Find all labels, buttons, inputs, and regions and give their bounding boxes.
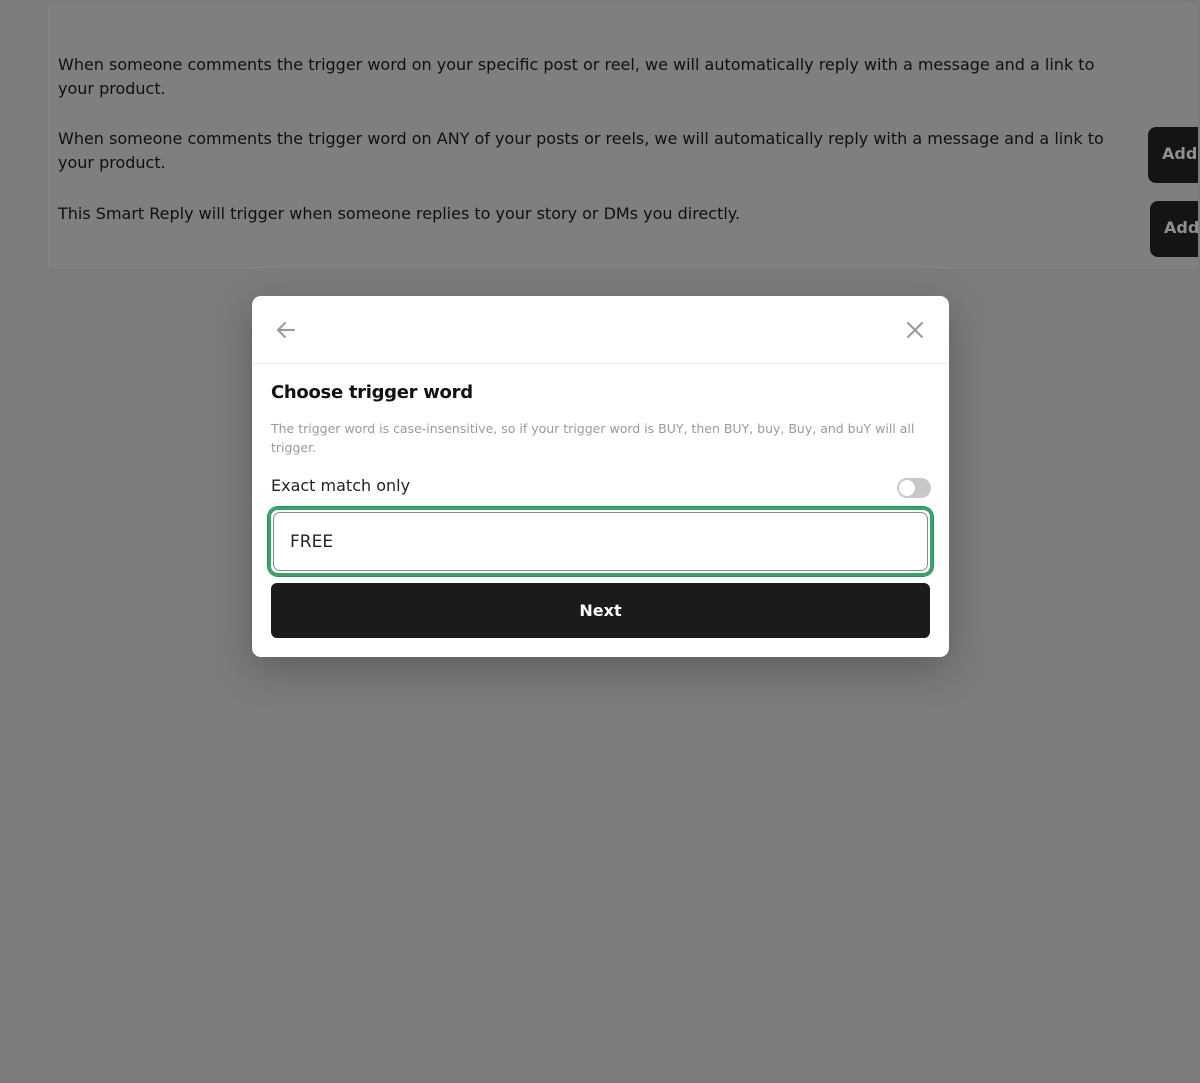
exact-match-toggle[interactable]: [897, 478, 931, 498]
close-icon[interactable]: [903, 318, 927, 342]
specific-post-description: When someone comments the trigger word o…: [58, 55, 1095, 98]
exact-match-label: Exact match only: [271, 476, 411, 495]
toggle-knob: [899, 480, 915, 496]
trigger-word-modal: Choose trigger word The trigger word is …: [252, 296, 949, 657]
modal-help-text: The trigger word is case-insensitive, so…: [271, 421, 915, 455]
add-story-reply-button[interactable]: Add: [1150, 201, 1198, 257]
modal-title: Choose trigger word: [271, 382, 473, 403]
next-button[interactable]: Next: [271, 583, 930, 638]
trigger-word-input[interactable]: [273, 512, 928, 571]
any-post-description: When someone comments the trigger word o…: [58, 129, 1104, 172]
story-dm-description: This Smart Reply will trigger when someo…: [58, 204, 741, 223]
trigger-input-focus-ring: [268, 507, 933, 576]
modal-header: [252, 296, 949, 364]
arrow-left-icon[interactable]: [274, 318, 298, 342]
add-any-post-reply-button[interactable]: Add r: [1148, 127, 1198, 183]
